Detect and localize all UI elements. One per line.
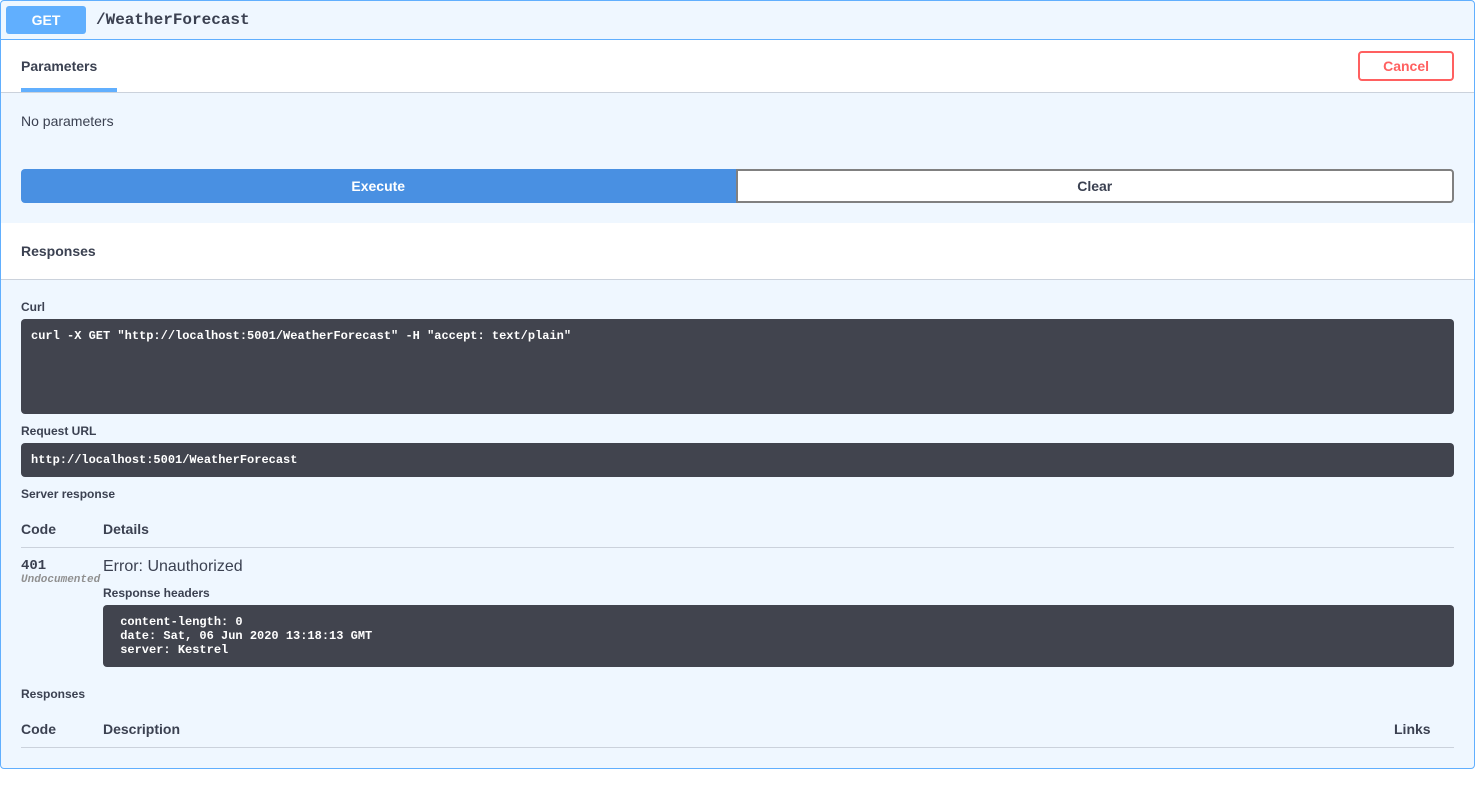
server-response-table: Code Details 401 Undocumented Error: Una…	[21, 511, 1454, 677]
responses-heading: Responses	[1, 223, 1474, 279]
responses-heading-text: Responses	[21, 243, 1454, 259]
server-response-label: Server response	[21, 487, 1454, 501]
response-headers-block: content-length: 0 date: Sat, 06 Jun 2020…	[103, 605, 1454, 667]
curl-command: curl -X GET "http://localhost:5001/Weath…	[21, 319, 1454, 414]
operation-path: /WeatherForecast	[86, 11, 250, 29]
responses-sub-label: Responses	[21, 687, 1454, 701]
response-headers-label: Response headers	[103, 586, 1454, 600]
column-details: Details	[103, 521, 1454, 537]
column-description: Description	[103, 721, 1394, 737]
operation-summary[interactable]: GET /WeatherForecast	[1, 1, 1474, 40]
execute-wrapper: Execute Clear	[1, 149, 1474, 223]
operation-body: Parameters Cancel No parameters Execute …	[1, 40, 1474, 768]
table-header-row: Code Details	[21, 511, 1454, 548]
operation-block: GET /WeatherForecast Parameters Cancel N…	[0, 0, 1475, 769]
error-message: Error: Unauthorized	[103, 558, 1454, 576]
tab-parameters[interactable]: Parameters	[21, 48, 97, 84]
curl-label: Curl	[21, 300, 1454, 314]
request-url-label: Request URL	[21, 424, 1454, 438]
table-header-row: Code Description Links	[21, 711, 1454, 748]
column-links: Links	[1394, 721, 1454, 737]
parameters-tab-header: Parameters Cancel	[1, 40, 1474, 92]
clear-button[interactable]: Clear	[736, 169, 1455, 203]
response-code-cell: 401 Undocumented	[21, 558, 103, 667]
response-details-cell: Error: Unauthorized Response headers con…	[103, 558, 1454, 667]
parameters-section: No parameters	[1, 92, 1474, 149]
cancel-button[interactable]: Cancel	[1358, 51, 1454, 81]
responses-inner: Curl curl -X GET "http://localhost:5001/…	[1, 279, 1474, 768]
status-code: 401	[21, 558, 103, 574]
execute-button[interactable]: Execute	[21, 169, 736, 203]
column-code: Code	[21, 521, 103, 537]
http-method-badge: GET	[6, 6, 86, 34]
table-row: 401 Undocumented Error: Unauthorized Res…	[21, 548, 1454, 677]
column-code: Code	[21, 721, 103, 737]
no-parameters-text: No parameters	[21, 113, 1454, 129]
request-url-value: http://localhost:5001/WeatherForecast	[21, 443, 1454, 477]
documented-responses-table: Code Description Links	[21, 711, 1454, 748]
undocumented-label: Undocumented	[21, 574, 103, 586]
